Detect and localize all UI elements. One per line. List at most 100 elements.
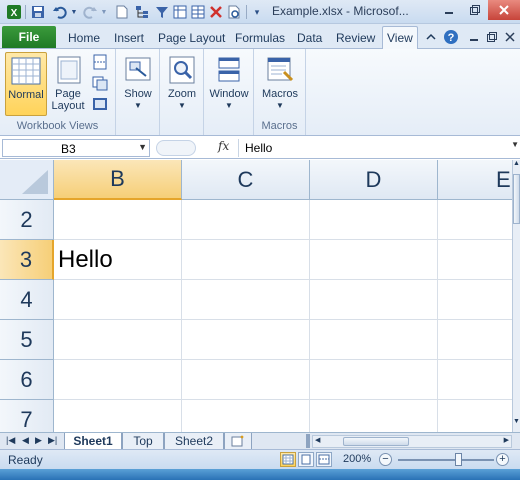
tab-review[interactable]: Review [336, 28, 375, 48]
scroll-down-icon[interactable]: ▼ [513, 418, 520, 430]
scroll-up-icon[interactable]: ▲ [513, 160, 520, 172]
page-layout-view-button[interactable]: Page Layout [50, 52, 86, 116]
table-icon[interactable] [190, 4, 206, 20]
name-box[interactable]: B3 ▼ [2, 139, 150, 157]
cell-c4[interactable] [182, 280, 310, 320]
column-header-c[interactable]: C [182, 160, 310, 200]
save-icon[interactable] [30, 4, 46, 20]
sheet-tab-sheet1[interactable]: Sheet1 [64, 433, 122, 449]
cell-e6[interactable] [438, 360, 512, 400]
scroll-left-icon[interactable]: ◀ [315, 436, 320, 444]
zoom-out-button[interactable]: − [379, 453, 392, 466]
cell-d2[interactable] [310, 200, 438, 240]
cell-b4[interactable] [54, 280, 182, 320]
print-preview-icon[interactable] [226, 4, 242, 20]
macros-button[interactable]: Macros ▼ [259, 52, 301, 116]
cell-e4[interactable] [438, 280, 512, 320]
cell-b5[interactable] [54, 320, 182, 360]
cell-b6[interactable] [54, 360, 182, 400]
zoom-level[interactable]: 200% [343, 453, 371, 465]
expand-formula-bar-icon[interactable]: ▼ [511, 140, 519, 149]
cell-b2[interactable] [54, 200, 182, 240]
minimize-button[interactable] [436, 0, 462, 20]
cell-c7[interactable] [182, 400, 310, 432]
minimize-ribbon-icon[interactable] [423, 29, 439, 45]
select-all-corner[interactable] [0, 160, 54, 200]
sheet-tab-top[interactable]: Top [122, 433, 164, 449]
page-break-status-button[interactable] [316, 452, 332, 467]
formula-bar-resize-handle[interactable] [156, 140, 196, 156]
row-header-3[interactable]: 3 [0, 240, 54, 280]
column-header-b[interactable]: B [54, 160, 182, 200]
zoom-button[interactable]: Zoom ▼ [165, 52, 199, 116]
pivot-icon[interactable] [172, 4, 188, 20]
row-header-7[interactable]: 7 [0, 400, 54, 432]
page-break-preview-icon[interactable] [92, 54, 108, 70]
tab-insert[interactable]: Insert [114, 28, 144, 48]
cell-b3[interactable]: Hello [54, 240, 182, 280]
cell-c3[interactable] [182, 240, 310, 280]
tab-split-handle[interactable] [306, 434, 310, 448]
cell-d3[interactable] [310, 240, 438, 280]
cell-d5[interactable] [310, 320, 438, 360]
insert-function-icon[interactable]: fx [218, 139, 229, 153]
vertical-scroll-thumb[interactable] [513, 174, 520, 224]
formula-input[interactable] [238, 139, 512, 157]
zoom-slider-track[interactable] [398, 459, 494, 461]
workbook-minimize-icon[interactable] [466, 29, 482, 45]
row-header-2[interactable]: 2 [0, 200, 54, 240]
tab-home[interactable]: Home [68, 28, 100, 48]
insert-worksheet-icon[interactable] [224, 433, 252, 449]
cell-b7[interactable] [54, 400, 182, 432]
workbook-restore-icon[interactable] [484, 29, 500, 45]
column-header-d[interactable]: D [310, 160, 438, 200]
cell-c5[interactable] [182, 320, 310, 360]
show-button[interactable]: Show ▼ [121, 52, 155, 116]
tab-view[interactable]: View [382, 26, 418, 49]
cell-c6[interactable] [182, 360, 310, 400]
normal-view-button[interactable]: Normal [5, 52, 47, 116]
first-sheet-icon[interactable]: |◀ [6, 435, 15, 446]
tab-formulas[interactable]: Formulas [235, 28, 285, 48]
filter-icon[interactable] [154, 4, 170, 20]
horizontal-scroll-thumb[interactable] [343, 437, 409, 446]
window-button[interactable]: Window ▼ [208, 52, 250, 116]
column-header-e[interactable]: E [438, 160, 512, 200]
cell-d7[interactable] [310, 400, 438, 432]
restore-button[interactable] [462, 0, 488, 20]
tab-data[interactable]: Data [297, 28, 322, 48]
vertical-scrollbar[interactable]: ▲ ▼ [512, 160, 520, 432]
delete-icon[interactable] [208, 4, 224, 20]
excel-app-icon[interactable]: X [6, 4, 22, 20]
full-screen-icon[interactable] [92, 96, 108, 112]
scroll-right-icon[interactable]: ▶ [504, 436, 509, 444]
cell-d6[interactable] [310, 360, 438, 400]
tree-icon[interactable] [134, 4, 150, 20]
sheet-tab-sheet2[interactable]: Sheet2 [164, 433, 224, 449]
horizontal-scrollbar[interactable]: ◀ ▶ [312, 435, 512, 448]
cell-e5[interactable] [438, 320, 512, 360]
custom-views-icon[interactable] [92, 75, 108, 91]
worksheet-grid[interactable]: B C D E 2 3 4 5 6 7 Hello [0, 160, 512, 432]
row-header-4[interactable]: 4 [0, 280, 54, 320]
prev-sheet-icon[interactable]: ◀ [22, 435, 29, 446]
tab-file[interactable]: File [2, 26, 56, 48]
tab-page-layout[interactable]: Page Layout [158, 28, 225, 48]
next-sheet-icon[interactable]: ▶ [35, 435, 42, 446]
close-button[interactable] [488, 0, 520, 20]
page-layout-status-button[interactable] [298, 452, 314, 467]
name-box-dropdown-icon[interactable]: ▼ [138, 142, 147, 152]
workbook-close-icon[interactable] [502, 29, 518, 45]
zoom-slider-thumb[interactable] [455, 453, 462, 466]
cell-e7[interactable] [438, 400, 512, 432]
undo-dropdown-icon[interactable]: ▼ [66, 4, 82, 20]
redo-dropdown-icon[interactable]: ▼ [96, 4, 112, 20]
cell-c2[interactable] [182, 200, 310, 240]
new-document-icon[interactable] [114, 4, 130, 20]
normal-view-status-button[interactable] [280, 452, 296, 467]
row-header-5[interactable]: 5 [0, 320, 54, 360]
last-sheet-icon[interactable]: ▶| [48, 435, 57, 446]
row-header-6[interactable]: 6 [0, 360, 54, 400]
help-icon[interactable]: ? [443, 29, 459, 45]
cell-e3[interactable] [438, 240, 512, 280]
